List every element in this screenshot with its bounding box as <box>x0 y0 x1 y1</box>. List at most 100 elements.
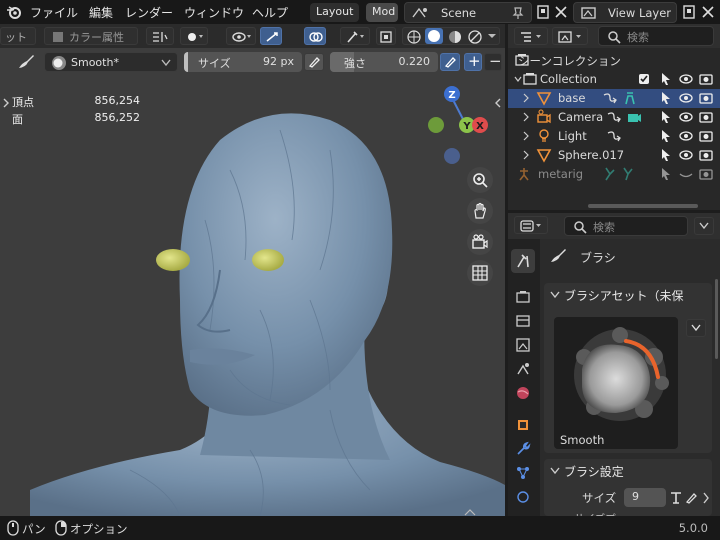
select-arrow-icon[interactable] <box>658 71 674 87</box>
hidden-eye-icon[interactable] <box>678 166 694 182</box>
strength-pressure-toggle[interactable] <box>440 53 460 71</box>
tab-render[interactable] <box>511 285 535 309</box>
tab-output[interactable] <box>511 309 535 333</box>
select-arrow-icon[interactable] <box>658 90 674 106</box>
shading-dot-button[interactable] <box>180 27 208 45</box>
sculpt-brush-icon[interactable] <box>622 90 638 106</box>
scene-selector[interactable]: Scene <box>404 2 532 23</box>
size-unit-icon[interactable] <box>668 490 684 506</box>
new-view-layer-icon[interactable] <box>681 4 697 20</box>
menu-help[interactable]: ヘルプ <box>252 4 288 21</box>
render-camera-icon[interactable] <box>698 71 714 87</box>
gizmo-neg-y[interactable] <box>428 117 444 133</box>
tab-tool[interactable] <box>511 249 535 273</box>
subtract-direction-button[interactable]: − <box>484 52 502 71</box>
brush-size-field[interactable]: サイズ 92 px <box>184 52 302 72</box>
new-scene-icon[interactable] <box>535 4 551 20</box>
brush-size-input[interactable]: 9 <box>624 488 666 507</box>
chevron-right-icon[interactable] <box>702 492 710 504</box>
armature-data-icon[interactable] <box>602 166 638 182</box>
wireframe-shading-icon[interactable] <box>406 29 422 45</box>
outliner-search-input[interactable]: 検索 <box>598 26 714 46</box>
camera-data-icon[interactable] <box>626 109 642 125</box>
outliner-item-base[interactable]: base <box>508 89 720 108</box>
constraint-link-icon[interactable] <box>606 109 626 125</box>
render-camera-icon[interactable] <box>698 147 714 163</box>
expand-arrow-icon[interactable] <box>522 147 530 163</box>
view-layer-selector[interactable]: View Layer <box>573 2 677 23</box>
brush-preview-tile[interactable]: Smooth <box>554 317 678 449</box>
tab-layout[interactable]: Layout <box>310 3 360 22</box>
tab-particles[interactable] <box>511 461 535 485</box>
shading-dropdown-icon[interactable] <box>487 31 497 41</box>
ortho-toggle-button[interactable] <box>467 260 493 286</box>
select-arrow-icon[interactable] <box>658 147 674 163</box>
brush-strength-field[interactable]: 強さ 0.220 <box>330 52 438 72</box>
render-camera-icon[interactable] <box>698 166 714 182</box>
properties-options-button[interactable] <box>694 217 714 235</box>
outliner-item-light[interactable]: Light <box>508 127 720 146</box>
mode-selector[interactable]: ット <box>0 27 36 45</box>
modifier-link-icon[interactable] <box>602 90 622 106</box>
eye-icon[interactable] <box>678 147 694 163</box>
eye-icon[interactable] <box>678 109 694 125</box>
outliner-item-camera[interactable]: Camera <box>508 108 720 127</box>
expand-arrow-icon[interactable] <box>522 90 530 106</box>
solid-shading-active[interactable] <box>425 28 443 44</box>
tab-modifiers[interactable] <box>511 437 535 461</box>
render-camera-icon[interactable] <box>698 90 714 106</box>
toolbar-expand-icon[interactable] <box>2 98 10 108</box>
brush-asset-title[interactable]: ブラシアセット（未保 <box>564 287 684 304</box>
constraint-link-icon[interactable] <box>606 128 626 144</box>
delete-scene-icon[interactable] <box>553 4 569 20</box>
tab-scene[interactable] <box>511 357 535 381</box>
camera-view-button[interactable] <box>467 229 493 255</box>
gizmo-neg-z[interactable] <box>444 148 460 164</box>
tab-modeling[interactable]: Mod <box>366 3 398 22</box>
outliner-scene-collection[interactable]: シーンコレクション <box>508 51 720 70</box>
render-camera-icon[interactable] <box>698 109 714 125</box>
select-arrow-icon[interactable] <box>658 128 674 144</box>
properties-search-input[interactable]: 検索 <box>564 216 688 236</box>
expand-arrow-icon[interactable] <box>522 128 530 144</box>
tab-object[interactable] <box>511 413 535 437</box>
blender-logo-icon[interactable] <box>6 4 22 20</box>
overlays-toggle[interactable] <box>304 27 326 45</box>
properties-scrollbar[interactable] <box>715 279 718 359</box>
tab-world[interactable] <box>511 381 535 405</box>
add-direction-button[interactable]: + <box>464 52 482 71</box>
pin-icon[interactable] <box>511 6 525 20</box>
brush-settings-title[interactable]: ブラシ設定 <box>564 463 624 480</box>
menu-file[interactable]: ファイル <box>30 4 78 21</box>
menu-window[interactable]: ウィンドウ <box>184 4 244 21</box>
outliner-scrollbar[interactable] <box>588 204 698 208</box>
outliner-item-metarig[interactable]: metarig <box>508 165 720 184</box>
panel-collapse-icon[interactable] <box>550 291 560 299</box>
symmetry-menu[interactable] <box>146 27 174 45</box>
eye-icon[interactable] <box>678 128 694 144</box>
menu-edit[interactable]: 編集 <box>89 4 113 21</box>
3d-viewport[interactable]: ット カラー属性 Smooth* サイズ 92 px 強さ 0.220 + − … <box>0 24 505 516</box>
region-handle-icon[interactable] <box>464 508 476 516</box>
outliner-item-sphere[interactable]: Sphere.017 <box>508 146 720 165</box>
light-data-icon[interactable] <box>626 128 642 144</box>
editor-type-button[interactable] <box>514 216 548 234</box>
eye-icon[interactable] <box>678 90 694 106</box>
display-mode-button[interactable] <box>514 27 548 45</box>
zoom-button[interactable] <box>467 167 493 193</box>
material-shading-icon[interactable] <box>447 29 463 45</box>
tab-physics[interactable] <box>511 485 535 509</box>
gizmo-toggle[interactable] <box>260 27 282 45</box>
menu-render[interactable]: レンダー <box>125 4 173 21</box>
outliner-collection[interactable]: Collection <box>508 70 720 89</box>
xray-toggle[interactable] <box>376 27 396 45</box>
eye-icon[interactable] <box>678 71 694 87</box>
expand-arrow-icon[interactable] <box>522 109 530 125</box>
collapse-arrow-icon[interactable] <box>514 71 522 87</box>
brush-selector[interactable]: Smooth* <box>44 52 178 72</box>
brush-tool-icon[interactable] <box>16 53 36 71</box>
size-pressure-toggle[interactable] <box>304 53 324 71</box>
tab-view-layer[interactable] <box>511 333 535 357</box>
brush-asset-dropdown[interactable] <box>686 319 706 337</box>
checkbox-icon[interactable] <box>636 71 652 87</box>
